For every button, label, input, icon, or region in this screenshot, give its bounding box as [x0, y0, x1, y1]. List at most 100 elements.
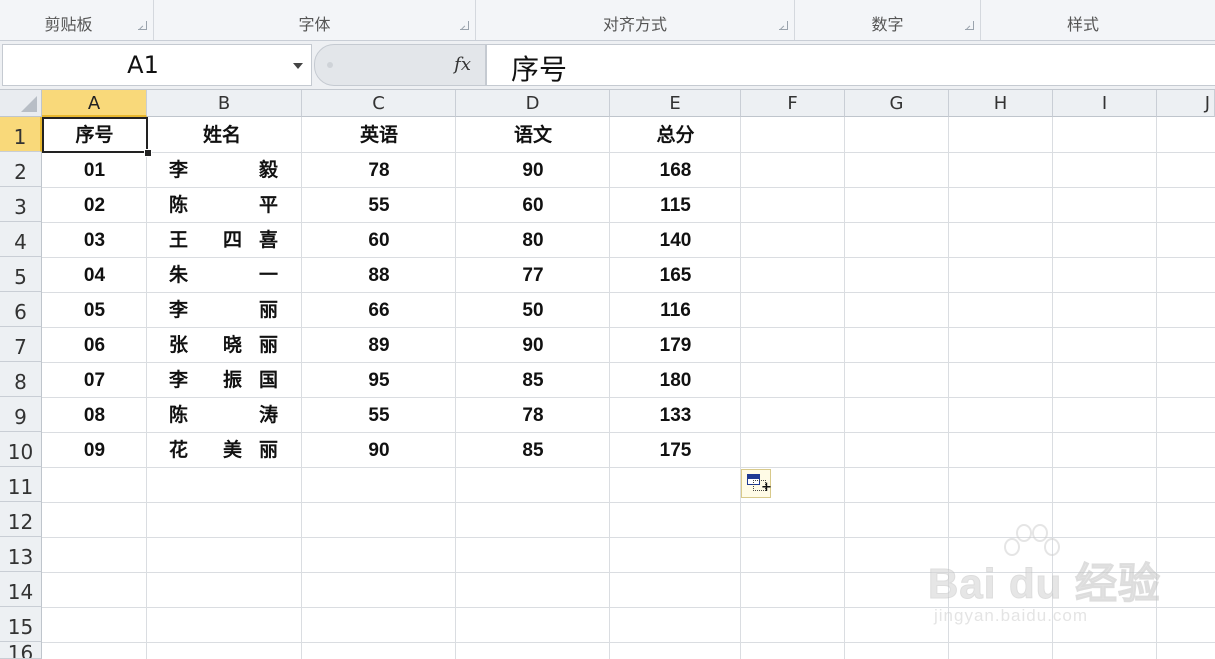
cell-name[interactable]: 李毅: [147, 152, 301, 187]
cell-chinese[interactable]: 78: [456, 397, 610, 432]
baidu-jingyan-watermark: Bai du 经验 jingyan.baidu.com: [927, 522, 1168, 634]
cell-english[interactable]: 55: [302, 397, 456, 432]
cell-english[interactable]: 90: [302, 432, 456, 467]
cell-name[interactable]: 陈涛: [147, 397, 301, 432]
cell-total[interactable]: 115: [610, 187, 741, 222]
name-box[interactable]: A1: [2, 44, 312, 86]
row-header-4[interactable]: 4: [0, 222, 42, 257]
name-character: 毅: [259, 159, 279, 181]
row-header-2[interactable]: 2: [0, 152, 42, 187]
watermark-url: jingyan.baidu.com: [934, 606, 1089, 625]
formula-input[interactable]: 序号: [486, 44, 1215, 86]
column-header-h[interactable]: H: [949, 90, 1053, 117]
cell-name[interactable]: 王 四喜: [147, 222, 301, 257]
dialog-launcher-icon[interactable]: [138, 21, 147, 30]
cell-name[interactable]: 李 振国: [147, 362, 301, 397]
cell-chinese[interactable]: 60: [456, 187, 610, 222]
insert-function-icon[interactable]: fx: [454, 54, 471, 75]
name-character: 李: [169, 299, 189, 321]
header-cell-total[interactable]: 总分: [610, 117, 741, 152]
cell-chinese[interactable]: 80: [456, 222, 610, 257]
column-header-e[interactable]: E: [610, 90, 741, 117]
cell-id[interactable]: 07: [42, 362, 147, 397]
row-header-15[interactable]: 15: [0, 607, 42, 642]
cell-chinese[interactable]: 90: [456, 152, 610, 187]
row-header-1[interactable]: 1: [0, 117, 42, 152]
resize-grip-icon[interactable]: [327, 62, 333, 68]
dialog-launcher-icon[interactable]: [779, 21, 788, 30]
cell-id[interactable]: 09: [42, 432, 147, 467]
column-header-c[interactable]: C: [302, 90, 456, 117]
cell-total[interactable]: 133: [610, 397, 741, 432]
cell-total[interactable]: 165: [610, 257, 741, 292]
column-header-a[interactable]: A: [42, 90, 147, 117]
cell-english[interactable]: 66: [302, 292, 456, 327]
cell-id[interactable]: 08: [42, 397, 147, 432]
row-header-10[interactable]: 10: [0, 432, 42, 467]
row-header-11[interactable]: 11: [0, 467, 42, 502]
row-header-13[interactable]: 13: [0, 537, 42, 572]
header-cell-name[interactable]: 姓名: [147, 117, 302, 152]
row-header-3[interactable]: 3: [0, 187, 42, 222]
column-header-d[interactable]: D: [456, 90, 610, 117]
cell-english[interactable]: 89: [302, 327, 456, 362]
dialog-launcher-icon[interactable]: [460, 21, 469, 30]
name-character: 陈: [169, 404, 189, 426]
cell-total[interactable]: 140: [610, 222, 741, 257]
row-header-6[interactable]: 6: [0, 292, 42, 327]
column-header-i[interactable]: I: [1053, 90, 1157, 117]
cell-chinese[interactable]: 77: [456, 257, 610, 292]
select-all-button[interactable]: [0, 90, 42, 117]
cell-chinese[interactable]: 50: [456, 292, 610, 327]
column-header-j[interactable]: J: [1157, 90, 1215, 117]
cell-name[interactable]: 花 美丽: [147, 432, 301, 467]
chevron-down-icon[interactable]: [293, 63, 303, 69]
name-character: 喜: [259, 229, 279, 251]
cell-english[interactable]: 88: [302, 257, 456, 292]
cell-name[interactable]: 朱一: [147, 257, 301, 292]
dialog-launcher-icon[interactable]: [965, 21, 974, 30]
header-cell-english[interactable]: 英语: [302, 117, 456, 152]
cell-id[interactable]: 05: [42, 292, 147, 327]
cell-chinese[interactable]: 90: [456, 327, 610, 362]
cell-id[interactable]: 03: [42, 222, 147, 257]
cell-total[interactable]: 116: [610, 292, 741, 327]
row-header-7[interactable]: 7: [0, 327, 42, 362]
watermark-brand: Bai du 经验: [927, 560, 1162, 608]
ribbon-group-number: 数字: [795, 0, 981, 40]
cell-english[interactable]: 55: [302, 187, 456, 222]
cell-total[interactable]: 179: [610, 327, 741, 362]
cell-name[interactable]: 张 晓丽: [147, 327, 301, 362]
cell-name[interactable]: 陈平: [147, 187, 301, 222]
cell-chinese[interactable]: 85: [456, 362, 610, 397]
cell-chinese[interactable]: 85: [456, 432, 610, 467]
column-header-b[interactable]: B: [147, 90, 302, 117]
ribbon-group-label: 剪贴板: [44, 15, 93, 34]
column-header-g[interactable]: G: [845, 90, 949, 117]
cell-total[interactable]: 180: [610, 362, 741, 397]
name-box-value: A1: [127, 51, 159, 79]
name-character: 晓: [223, 334, 243, 356]
name-character: 朱: [169, 264, 189, 286]
cell-id[interactable]: 01: [42, 152, 147, 187]
paste-options-button[interactable]: +: [741, 469, 772, 498]
row-header-12[interactable]: 12: [0, 502, 42, 537]
cell-id[interactable]: 04: [42, 257, 147, 292]
row-header-14[interactable]: 14: [0, 572, 42, 607]
name-character: 丽: [259, 334, 279, 356]
row-header-16[interactable]: 16: [0, 642, 42, 659]
cell-english[interactable]: 60: [302, 222, 456, 257]
row-header-5[interactable]: 5: [0, 257, 42, 292]
cell-english[interactable]: 95: [302, 362, 456, 397]
row-header-9[interactable]: 9: [0, 397, 42, 432]
cell-name[interactable]: 李丽: [147, 292, 301, 327]
cell-total[interactable]: 175: [610, 432, 741, 467]
plus-icon: +: [761, 480, 772, 495]
cell-english[interactable]: 78: [302, 152, 456, 187]
cell-total[interactable]: 168: [610, 152, 741, 187]
cell-id[interactable]: 02: [42, 187, 147, 222]
header-cell-chinese[interactable]: 语文: [456, 117, 610, 152]
cell-id[interactable]: 06: [42, 327, 147, 362]
column-header-f[interactable]: F: [741, 90, 845, 117]
row-header-8[interactable]: 8: [0, 362, 42, 397]
